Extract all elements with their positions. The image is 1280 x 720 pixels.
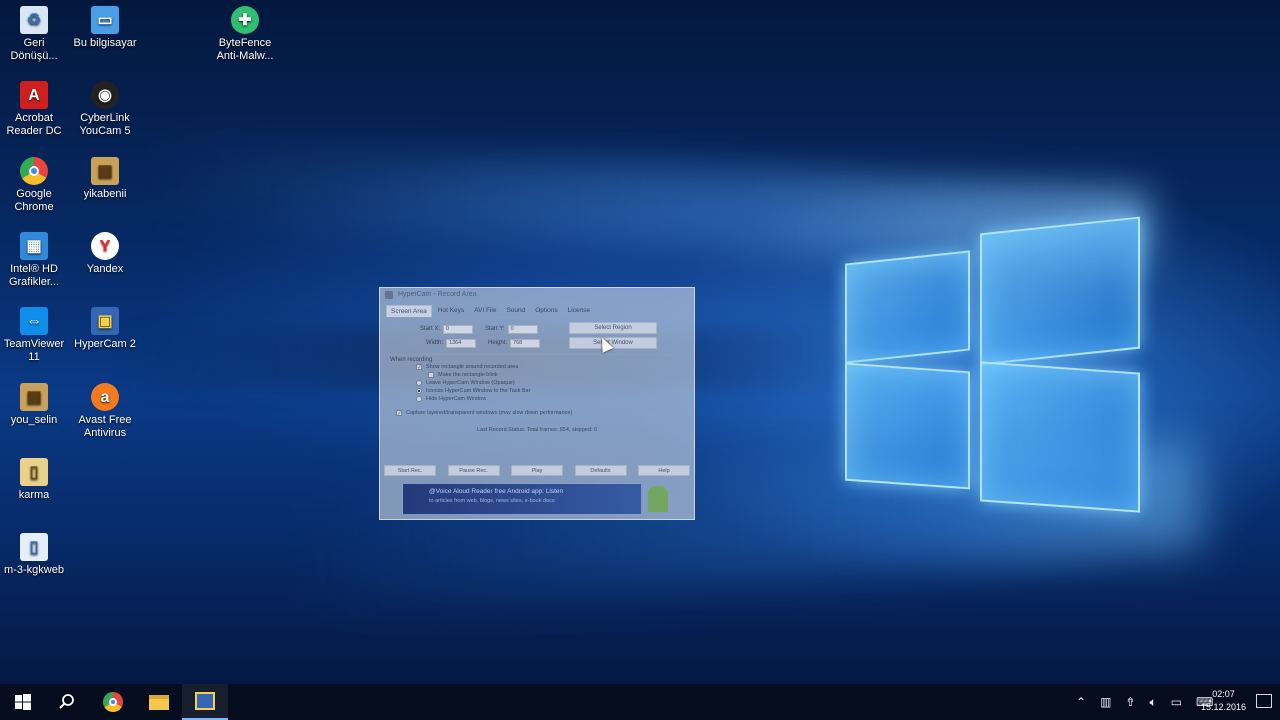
start-x-label: Start X: <box>420 326 441 332</box>
logo-pane <box>845 362 970 490</box>
option-show-rectangle[interactable]: ✓ Show rectangle around recorded area <box>390 363 684 371</box>
start-y-field[interactable]: 0 <box>507 324 538 334</box>
desktop-icon-you-selin[interactable]: ▤ you_selin <box>0 383 69 427</box>
desktop-icon-yandex[interactable]: Y Yandex <box>70 232 140 276</box>
desktop-icon-karma[interactable]: ▯ karma <box>0 458 69 502</box>
radio[interactable] <box>416 388 422 394</box>
tab-screen-area[interactable]: Screen Area <box>386 305 432 317</box>
folder-icon <box>149 694 169 710</box>
file-icon: ▯ <box>20 533 48 561</box>
defaults-button[interactable]: Defaults <box>574 465 627 476</box>
checkbox[interactable]: ✓ <box>416 364 422 371</box>
taskbar-chrome[interactable] <box>90 684 136 720</box>
windows-start-icon <box>15 694 31 710</box>
desktop-icon-youcam[interactable]: ◉ CyberLink YouCam 5 <box>70 81 140 138</box>
taskbar-hypercam[interactable] <box>182 684 228 720</box>
height-label: Height: <box>488 340 508 346</box>
hypercam-icon: ▣ <box>91 307 119 335</box>
logo-pane <box>980 216 1140 366</box>
logo-pane <box>845 250 970 364</box>
computer-icon: ▭ <box>91 6 119 34</box>
option-blink[interactable]: Make the rectangle blink <box>390 371 684 379</box>
message-icon[interactable]: ▭ <box>1171 695 1182 709</box>
search-button[interactable] <box>44 684 90 720</box>
tab-bar: Screen Area Hot Keys AVI File Sound Opti… <box>380 303 694 317</box>
ad-subtitle: to articles from web, blogs, news sites,… <box>429 498 555 504</box>
taskbar-file-explorer[interactable] <box>136 684 182 720</box>
desktop-icon-this-pc[interactable]: ▭ Bu bilgisayar <box>70 6 140 50</box>
windows-logo-wallpaper <box>845 215 1145 515</box>
option-leave-window[interactable]: Leave HyperCam Window (Opaque) <box>390 379 684 387</box>
height-field[interactable]: 768 <box>510 338 541 348</box>
search-icon <box>59 694 74 709</box>
android-icon <box>648 486 668 512</box>
chrome-icon <box>20 157 48 185</box>
intel-icon: ▦ <box>20 232 48 260</box>
yandex-icon: Y <box>91 232 119 260</box>
radio[interactable] <box>416 380 422 386</box>
start-y-label: Start Y: <box>485 326 505 332</box>
select-region-button[interactable]: Select Region <box>569 322 657 334</box>
pause-record-button[interactable]: Pause Rec. <box>447 465 500 476</box>
desktop-icon-acrobat[interactable]: A Acrobat Reader DC <box>0 81 69 138</box>
tab-avi-file[interactable]: AVI File <box>470 305 500 317</box>
teamviewer-icon: ⇔ <box>20 307 48 335</box>
checkbox[interactable] <box>428 372 434 378</box>
youcam-icon: ◉ <box>91 81 119 109</box>
clock-date: 15.12.2016 <box>1200 702 1246 712</box>
tab-license[interactable]: License <box>564 305 594 317</box>
action-buttons: Start Rec. Pause Rec. Play Defaults Help <box>380 465 694 476</box>
play-button[interactable]: Play <box>511 465 563 476</box>
tab-options[interactable]: Options <box>531 305 561 317</box>
hypercam-icon <box>195 692 215 710</box>
avast-icon: a <box>91 383 119 411</box>
system-tray: ⌃ ▥ ⇮ 🔈︎ ▭ ⌨ <box>1076 684 1213 720</box>
desktop-icon-yikabenii[interactable]: ▤ yikabenii <box>70 157 140 201</box>
ad-title: @Voice Aloud Reader free Android app: Li… <box>429 488 564 495</box>
record-status: Last Record Status: Total frames: 654, s… <box>476 427 598 433</box>
help-button[interactable]: Help <box>638 465 690 476</box>
desktop-icon-intel-hd[interactable]: ▦ Intel® HD Grafikler... <box>0 232 69 289</box>
taskbar: ⌃ ▥ ⇮ 🔈︎ ▭ ⌨ 02:07 15.12.2016 <box>0 684 1280 720</box>
width-field[interactable]: 1364 <box>446 338 477 348</box>
file-icon: ▯ <box>20 458 48 486</box>
tab-sound[interactable]: Sound <box>502 305 529 317</box>
tab-hot-keys[interactable]: Hot Keys <box>434 305 468 317</box>
radio[interactable] <box>416 396 422 402</box>
window-title: HyperCam - Record Area <box>380 288 694 303</box>
desktop-icon-recycle-bin[interactable]: ♻ Geri Dönüşü... <box>0 6 69 63</box>
hypercam-window[interactable]: HyperCam - Record Area Screen Area Hot K… <box>379 287 695 520</box>
option-iconize[interactable]: Iconize HyperCam Window to the Task Bar <box>390 387 684 395</box>
checkbox[interactable]: ✓ <box>396 410 402 417</box>
recycle-bin-icon: ♻ <box>20 6 48 34</box>
desktop-icon-teamviewer[interactable]: ⇔ TeamViewer 11 <box>0 307 69 364</box>
bytefence-icon: ✚ <box>231 6 259 34</box>
clock-time: 02:07 <box>1212 689 1235 699</box>
start-x-field[interactable]: 0 <box>443 324 474 334</box>
when-recording-group: When recording <box>390 354 684 363</box>
desktop-icon-m3-kgkweb[interactable]: ▯ m-3-kgkweb <box>0 533 69 577</box>
option-hide-window[interactable]: Hide HyperCam Window <box>390 395 684 403</box>
desktop-icon-avast[interactable]: a Avast Free Antivirus <box>70 383 140 440</box>
option-capture-layered[interactable]: ✓ Capture layered/transparent windows (ma… <box>390 409 684 417</box>
desktop-icon-chrome[interactable]: Google Chrome <box>0 157 69 214</box>
desktop-icon-bytefence[interactable]: ✚ ByteFence Anti-Malw... <box>210 6 280 63</box>
action-center-icon[interactable] <box>1256 694 1272 708</box>
desktop-icon-hypercam[interactable]: ▣ HyperCam 2 <box>70 307 140 351</box>
screen-area-panel: Start X: 0 Start Y: 0 Width: 1364 Height… <box>384 317 690 462</box>
clock[interactable]: 02:07 15.12.2016 <box>1201 688 1246 714</box>
acrobat-icon: A <box>20 81 48 109</box>
volume-icon[interactable]: 🔈︎ <box>1149 695 1156 710</box>
usb-icon[interactable]: ⇮ <box>1125 695 1135 709</box>
chevron-up-icon[interactable]: ⌃ <box>1076 695 1086 709</box>
archive-icon: ▤ <box>91 157 119 185</box>
archive-icon: ▤ <box>20 383 48 411</box>
ad-banner[interactable]: @Voice Aloud Reader free Android app: Li… <box>402 483 642 515</box>
logo-pane <box>980 361 1140 513</box>
network-icon[interactable]: ▥ <box>1100 695 1111 709</box>
start-button[interactable] <box>0 684 46 720</box>
chrome-icon <box>103 692 123 712</box>
width-label: Width: <box>426 340 444 346</box>
start-record-button[interactable]: Start Rec. <box>384 465 436 476</box>
